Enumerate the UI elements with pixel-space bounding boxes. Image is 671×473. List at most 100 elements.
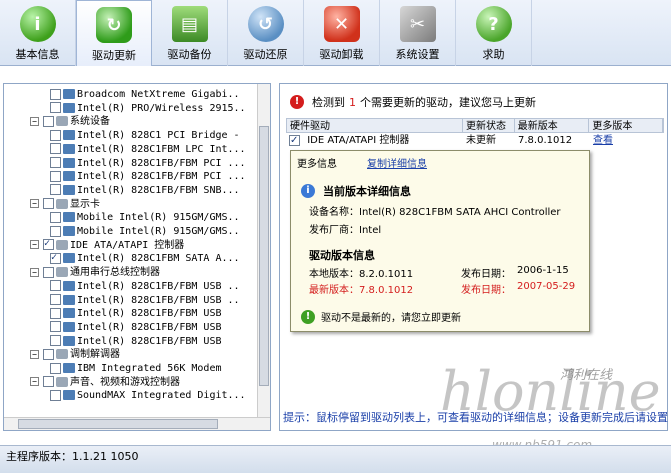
tree-checkbox[interactable] — [50, 143, 61, 155]
tree-device-item[interactable]: IBM Integrated 56K Modem — [50, 362, 222, 376]
device-icon — [63, 143, 75, 154]
col-version[interactable]: 最新版本 — [515, 119, 590, 132]
tree-category[interactable]: − 调制解调器 — [30, 348, 120, 362]
tree-category[interactable]: − 显示卡 — [30, 198, 100, 212]
driver-row-checkbox[interactable] — [289, 133, 300, 148]
tree-item-label: 通用串行总线控制器 — [70, 267, 160, 279]
collapse-icon[interactable]: − — [30, 267, 39, 277]
popup-tabs: 更多信息 复制详细信息 — [297, 155, 457, 170]
tree-checkbox[interactable] — [43, 198, 54, 210]
col-status[interactable]: 更新状态 — [463, 119, 515, 132]
tree-checkbox[interactable] — [50, 184, 61, 196]
tree-checkbox[interactable] — [50, 157, 61, 168]
driver-update-button[interactable]: ↻ 驱动更新 — [76, 0, 152, 66]
collapse-icon[interactable]: − — [30, 349, 39, 359]
tree-checkbox[interactable] — [50, 294, 61, 305]
view-more-versions-link[interactable]: 查看 — [593, 135, 613, 146]
tree-device-item[interactable]: Intel(R) 828C1FBM SATA A... — [50, 251, 240, 266]
tree-checkbox[interactable] — [50, 389, 61, 401]
tree-device-item[interactable]: Intel(R) 828C1FB/FBM USB — [50, 335, 222, 349]
tree-device-item[interactable]: Intel(R) 828C1FB/FBM USB — [50, 321, 222, 335]
tree-checkbox[interactable] — [43, 266, 54, 278]
tree-checkbox[interactable] — [50, 129, 61, 141]
tree-device-item[interactable]: Intel(R) 828C1FB/FBM USB .. — [50, 294, 240, 308]
device-icon — [63, 157, 75, 168]
tree-scroll-thumb[interactable] — [259, 126, 269, 386]
tree-checkbox[interactable] — [50, 335, 61, 347]
tree-device-item[interactable]: Broadcom NetXtreme Gigabi.. — [50, 88, 240, 102]
tree-device-item[interactable]: SoundMAX Integrated Digit... — [50, 389, 246, 403]
tree-checkbox[interactable] — [43, 348, 54, 360]
collapse-icon[interactable]: − — [30, 116, 39, 126]
latest-version-value: 7.8.0.1012 — [359, 285, 414, 296]
tree-horizontal-scrollbar[interactable] — [4, 417, 270, 430]
tree-checkbox[interactable] — [50, 280, 61, 292]
tree-device-item[interactable]: Intel(R) PRO/Wireless 2915.. — [50, 102, 246, 116]
local-date-value: 2006-1-15 — [517, 265, 569, 276]
tree-checkbox[interactable] — [50, 362, 61, 374]
latest-version-line: 最新版本：7.8.0.1012 发布日期： 2007-05-29 — [309, 281, 576, 296]
driver-name-cell: IDE ATA/ATAPI 控制器 — [286, 133, 463, 148]
tree-checkbox[interactable] — [50, 170, 61, 182]
device-icon — [63, 363, 75, 373]
tree-item-label: IDE ATA/ATAPI 控制器 — [70, 239, 185, 251]
tree-device-item[interactable]: Mobile Intel(R) 915GM/GMS.. — [50, 211, 240, 225]
collapse-icon[interactable]: − — [30, 240, 39, 250]
tree-device-item[interactable]: Mobile Intel(R) 915GM/GMS.. — [50, 225, 240, 239]
tree-category[interactable]: − 系统设备 — [30, 115, 110, 129]
driver-update-label: 驱动更新 — [92, 49, 136, 62]
driver-version-section: 驱动版本信息 — [309, 249, 375, 262]
device-icon — [63, 89, 75, 99]
tree-item-label: Intel(R) PRO/Wireless 2915.. — [77, 102, 246, 114]
tree-device-item[interactable]: Intel(R) 828C1FBM LPC Int... — [50, 143, 246, 157]
tree-checkbox[interactable] — [50, 307, 61, 319]
collapse-icon[interactable]: − — [30, 377, 39, 387]
tree-checkbox[interactable] — [43, 237, 54, 251]
tree-item-label: 显示卡 — [70, 198, 100, 210]
device-icon — [63, 253, 75, 264]
tree-category[interactable]: − 声音、视频和游戏控制器 — [30, 376, 180, 390]
tree-checkbox[interactable] — [50, 321, 61, 333]
category-icon — [56, 349, 68, 360]
tree-device-item[interactable]: Intel(R) 828C1 PCI Bridge - — [50, 129, 240, 143]
tree-vertical-scrollbar[interactable] — [257, 84, 270, 418]
driver-uninstall-label: 驱动卸载 — [319, 48, 364, 61]
tree-checkbox[interactable] — [50, 225, 61, 237]
tree-checkbox[interactable] — [50, 211, 61, 223]
basic-info-button[interactable]: i 基本信息 — [0, 0, 76, 66]
tree-checkbox[interactable] — [43, 115, 54, 127]
driver-backup-button[interactable]: ▤ 驱动备份 — [152, 0, 228, 66]
system-settings-button[interactable]: ✂ 系统设置 — [380, 0, 456, 66]
device-icon — [63, 171, 75, 182]
collapse-icon[interactable]: − — [30, 199, 39, 209]
device-icon — [63, 390, 75, 401]
tree-device-item[interactable]: Intel(R) 828C1FB/FBM SNB... — [50, 184, 240, 198]
vendor-line: 发布厂商：Intel — [309, 225, 382, 236]
tree-checkbox[interactable] — [50, 251, 61, 265]
help-button[interactable]: ? 求助 — [456, 0, 532, 66]
help-icon: ? — [475, 6, 512, 42]
driver-uninstall-button[interactable]: ✕ 驱动卸载 — [304, 0, 380, 66]
tree-device-item[interactable]: Intel(R) 828C1FB/FBM PCI ... — [50, 157, 246, 171]
col-more[interactable]: 更多版本 — [589, 119, 663, 132]
tree-checkbox[interactable] — [50, 102, 61, 114]
tree-checkbox[interactable] — [50, 88, 61, 100]
tree-checkbox[interactable] — [43, 376, 54, 388]
update-icon: ↻ — [96, 7, 132, 43]
driver-restore-button[interactable]: ↺ 驱动还原 — [228, 0, 304, 66]
tree-device-item[interactable]: Intel(R) 828C1FB/FBM USB — [50, 307, 222, 321]
table-row[interactable]: IDE ATA/ATAPI 控制器 未更新 7.8.0.1012 查看 — [286, 133, 664, 148]
copy-details-link[interactable]: 复制详细信息 — [367, 155, 427, 170]
tree-device-item[interactable]: Intel(R) 828C1FB/FBM PCI ... — [50, 170, 246, 184]
backup-icon: ▤ — [171, 6, 208, 42]
col-driver[interactable]: 硬件驱动 — [287, 119, 464, 132]
tree-category[interactable]: − 通用串行总线控制器 — [30, 266, 160, 280]
info-icon: i — [301, 184, 315, 198]
device-name-line: 设备名称：Intel(R) 828C1FBM SATA AHCI Control… — [309, 207, 561, 218]
tree-device-item[interactable]: Intel(R) 828C1FB/FBM USB .. — [50, 280, 240, 294]
device-tree-panel: Broadcom NetXtreme Gigabi.. Intel(R) PRO/… — [3, 83, 271, 431]
tree-item-label: IBM Integrated 56K Modem — [77, 363, 222, 374]
driver-table-header: 硬件驱动 更新状态 最新版本 更多版本 — [286, 118, 664, 133]
tab-more-info[interactable]: 更多信息 — [297, 155, 337, 170]
tree-hscroll-thumb[interactable] — [18, 419, 218, 429]
